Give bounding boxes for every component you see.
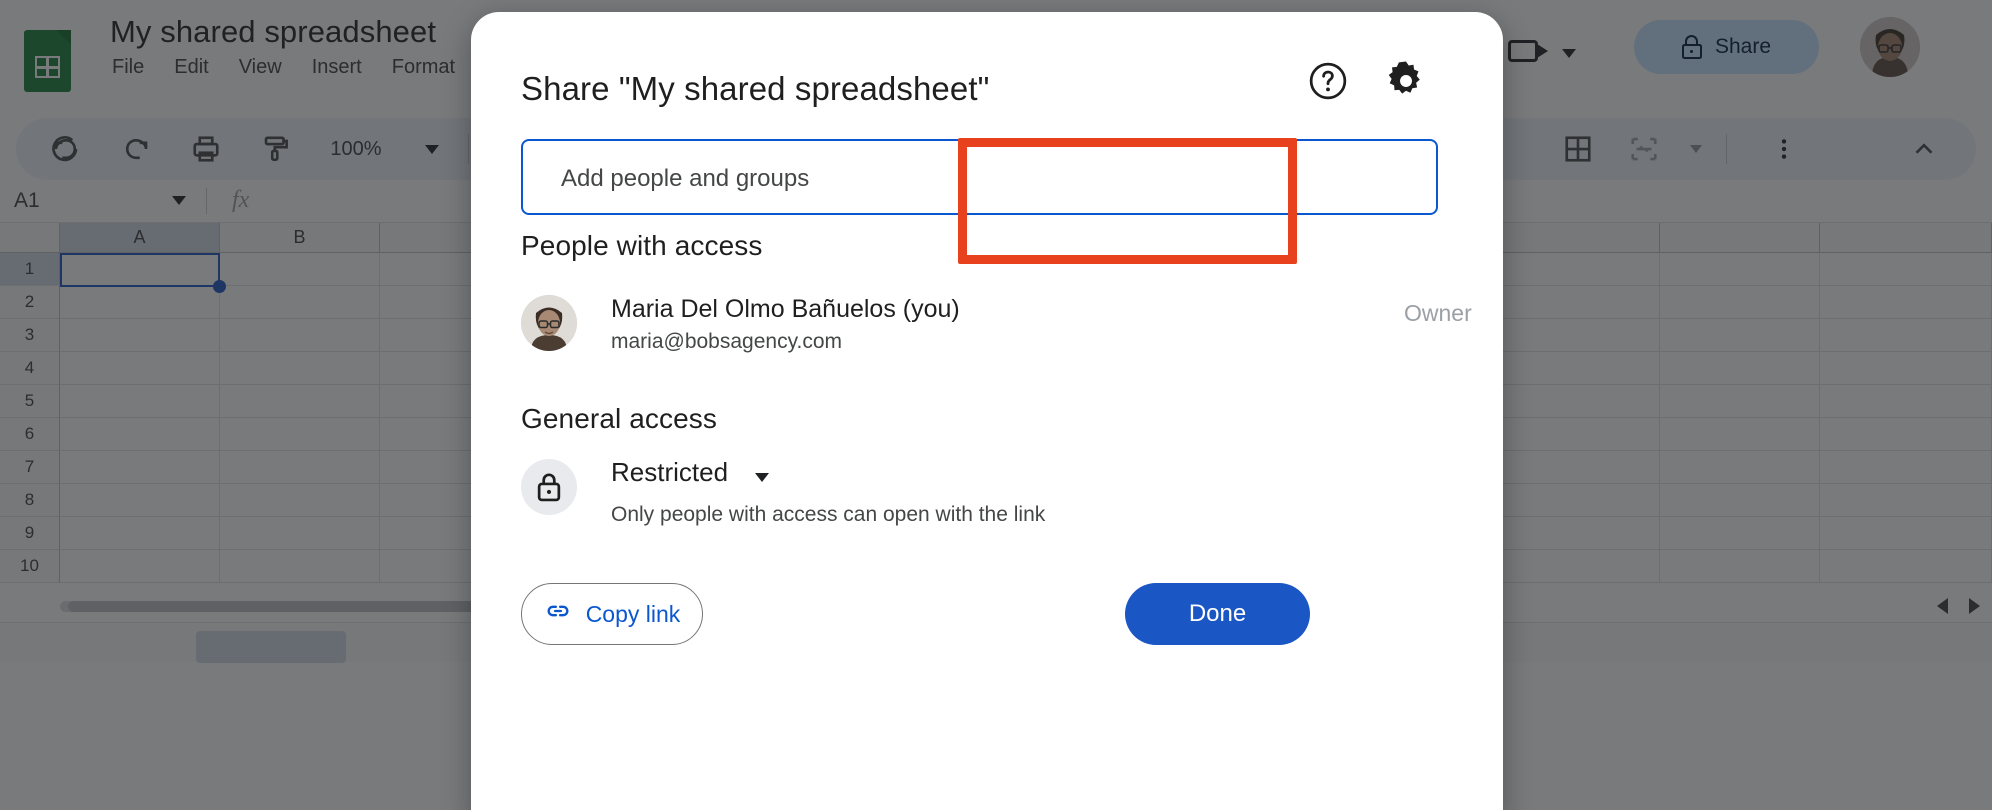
person-name: Maria Del Olmo Bañuelos (you) xyxy=(611,295,960,323)
person-role: Owner xyxy=(1404,300,1472,326)
people-with-access-heading: People with access xyxy=(521,230,763,261)
general-access-value[interactable]: Restricted xyxy=(611,457,728,488)
general-access-row[interactable]: Restricted Only people with access can o… xyxy=(521,457,1438,539)
settings-gear-icon[interactable] xyxy=(1383,58,1429,104)
person-avatar xyxy=(521,295,577,351)
copy-link-button[interactable]: Copy link xyxy=(521,583,703,645)
lock-icon xyxy=(521,459,577,515)
general-access-chevron-down-icon[interactable] xyxy=(755,473,769,482)
person-email: maria@bobsagency.com xyxy=(611,330,843,353)
help-icon[interactable] xyxy=(1306,59,1350,103)
person-row[interactable]: Maria Del Olmo Bañuelos (you) maria@bobs… xyxy=(521,295,1472,357)
copy-link-label: Copy link xyxy=(585,600,681,627)
done-button-label: Done xyxy=(1188,600,1247,627)
screen: My shared spreadsheet File Edit View Ins… xyxy=(0,0,1992,810)
add-people-input-wrapper[interactable]: Add people and groups xyxy=(521,139,1438,215)
add-people-input-placeholder[interactable]: Add people and groups xyxy=(561,141,809,217)
share-dialog: Share "My shared spreadsheet" Add people… xyxy=(471,12,1503,810)
general-access-heading: General access xyxy=(521,403,717,434)
link-icon xyxy=(544,597,572,631)
done-button[interactable]: Done xyxy=(1125,583,1310,645)
general-access-description: Only people with access can open with th… xyxy=(611,503,1046,526)
dialog-title: Share "My shared spreadsheet" xyxy=(521,70,990,107)
